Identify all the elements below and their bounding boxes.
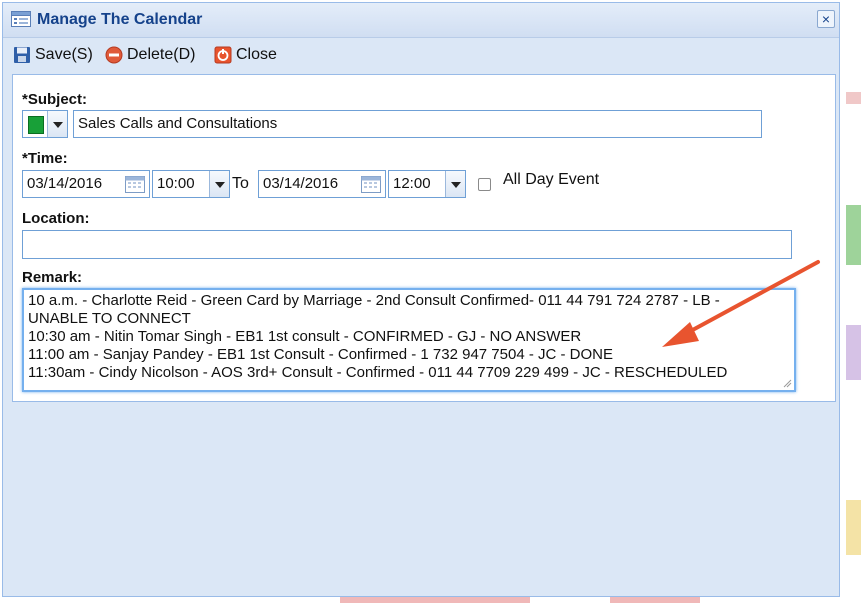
delete-button[interactable]: Delete(D) bbox=[105, 44, 205, 66]
save-label: Save(S) bbox=[35, 46, 93, 63]
calendar-picker-icon[interactable] bbox=[125, 176, 145, 193]
background-calendar-fragment bbox=[610, 597, 700, 603]
start-date-field[interactable]: 03/14/2016 bbox=[22, 170, 150, 198]
subject-input[interactable]: Sales Calls and Consultations bbox=[73, 110, 762, 138]
remark-line: 11:00 am - Sanjay Pandey - EB1 1st Consu… bbox=[28, 346, 613, 363]
all-day-label[interactable]: All Day Event bbox=[503, 171, 599, 189]
remark-line: 11:30am - Cindy Nicolson - AOS 3rd+ Cons… bbox=[28, 364, 728, 381]
end-date-field[interactable]: 03/14/2016 bbox=[258, 170, 386, 198]
remark-line: 10:30 am - Nitin Tomar Singh - EB1 1st c… bbox=[28, 328, 582, 345]
all-day-checkbox[interactable] bbox=[478, 178, 491, 191]
end-date-value: 03/14/2016 bbox=[263, 175, 339, 192]
save-button[interactable]: Save(S) bbox=[13, 44, 93, 66]
end-time-select[interactable]: 12:00 bbox=[388, 170, 466, 198]
chevron-down-icon bbox=[209, 171, 229, 197]
remark-textarea[interactable]: 10 a.m. - Charlotte Reid - Green Card by… bbox=[22, 288, 796, 392]
dialog-titlebar[interactable]: Manage The Calendar × bbox=[3, 3, 839, 38]
dialog-toolbar: Save(S) Delete(D) Close bbox=[3, 38, 839, 72]
background-calendar-fragment bbox=[846, 325, 861, 380]
location-input[interactable] bbox=[22, 230, 792, 259]
manage-calendar-dialog: Manage The Calendar × Save(S) Delete(D) bbox=[2, 2, 840, 597]
power-close-icon bbox=[214, 46, 232, 64]
dialog-title: Manage The Calendar bbox=[37, 11, 203, 28]
start-time-select[interactable]: 10:00 bbox=[152, 170, 230, 198]
background-calendar-fragment bbox=[846, 92, 861, 104]
time-label: *Time: bbox=[22, 150, 68, 167]
form-panel: *Subject: Sales Calls and Consultations … bbox=[12, 74, 836, 402]
to-label: To bbox=[232, 175, 249, 192]
calendar-picker-icon[interactable] bbox=[361, 176, 381, 193]
remark-line: 10 a.m. - Charlotte Reid - Green Card by… bbox=[28, 292, 720, 309]
floppy-disk-icon bbox=[14, 47, 30, 63]
resize-grip-icon[interactable] bbox=[783, 379, 792, 388]
end-time-value: 12:00 bbox=[393, 175, 431, 192]
delete-label: Delete(D) bbox=[127, 46, 196, 63]
remark-label: Remark: bbox=[22, 269, 83, 286]
remark-line: UNABLE TO CONNECT bbox=[28, 310, 191, 327]
start-date-value: 03/14/2016 bbox=[27, 175, 103, 192]
chevron-down-icon bbox=[47, 111, 67, 137]
subject-label: *Subject: bbox=[22, 91, 88, 108]
close-window-button[interactable]: × bbox=[817, 10, 835, 28]
subject-color-picker[interactable] bbox=[22, 110, 68, 138]
start-time-value: 10:00 bbox=[157, 175, 195, 192]
location-label: Location: bbox=[22, 210, 90, 227]
background-calendar-fragment bbox=[846, 500, 861, 555]
close-label: Close bbox=[236, 46, 277, 63]
calendar-window-icon bbox=[11, 11, 31, 27]
color-swatch bbox=[28, 116, 44, 134]
close-button[interactable]: Close bbox=[214, 44, 289, 66]
background-calendar-fragment bbox=[340, 597, 530, 603]
background-calendar-fragment bbox=[846, 205, 861, 265]
delete-icon bbox=[105, 46, 123, 64]
chevron-down-icon bbox=[445, 171, 465, 197]
